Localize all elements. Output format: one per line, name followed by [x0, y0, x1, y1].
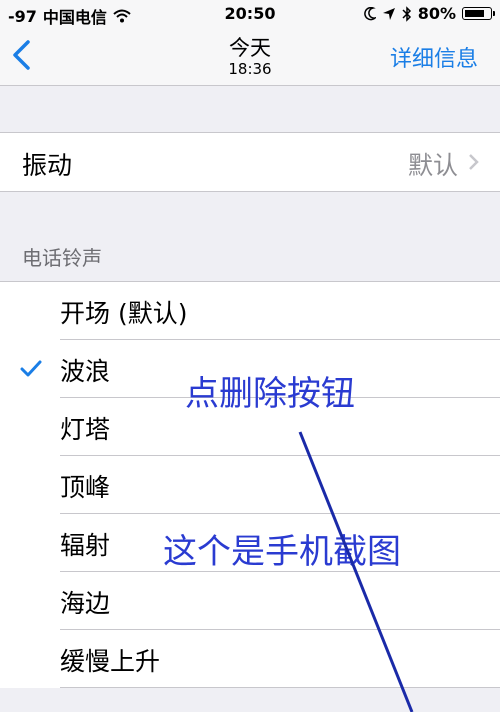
ringtone-name: 波浪 — [60, 357, 111, 386]
vibration-value: 默认 — [407, 151, 458, 180]
status-right: 80% — [363, 4, 495, 23]
annotation-screenshot-note: 这个是手机截图 — [163, 532, 401, 572]
ringtone-item[interactable]: 缓慢上升 — [0, 630, 500, 688]
ringtone-name: 顶峰 — [60, 473, 111, 502]
status-bar: -97 中国电信 20:50 80% — [0, 0, 500, 30]
ringtone-item[interactable]: 海边 — [0, 572, 500, 630]
ringtone-name: 开场 (默认) — [60, 299, 188, 328]
ringtone-name: 辐射 — [60, 531, 111, 560]
checkmark-icon — [20, 360, 42, 377]
vibration-row[interactable]: 振动 默认 — [0, 132, 500, 192]
annotation-delete-hint: 点删除按钮 — [185, 374, 355, 414]
ringtone-name: 缓慢上升 — [60, 647, 161, 676]
location-arrow-icon — [382, 7, 395, 20]
ringtone-name: 海边 — [60, 589, 111, 618]
battery-percent: 80% — [417, 4, 456, 23]
chevron-right-icon — [469, 154, 479, 170]
details-button[interactable]: 详细信息 — [390, 41, 478, 73]
moon-icon — [363, 6, 376, 20]
ringtone-item[interactable]: 顶峰 — [0, 456, 500, 514]
bluetooth-icon — [402, 5, 411, 22]
section-header-ringtones: 电话铃声 — [22, 246, 102, 270]
ringtone-item[interactable]: 开场 (默认) — [0, 282, 500, 340]
battery-icon — [462, 7, 495, 20]
navigation-bar: 今天 18:36 详细信息 — [0, 30, 500, 86]
battery-fill — [464, 9, 484, 17]
ringtone-name: 灯塔 — [60, 415, 111, 444]
ringtone-list: 开场 (默认) 波浪 灯塔 顶峰 辐射 海边 缓慢上升 — [0, 281, 500, 688]
vibration-label: 振动 — [22, 151, 73, 180]
